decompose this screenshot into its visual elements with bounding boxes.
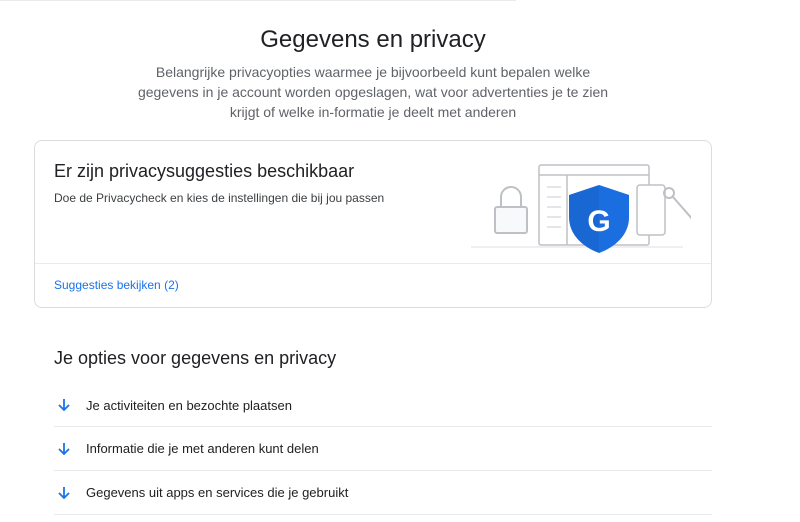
card-description: Doe de Privacycheck en kies de instellin…	[54, 191, 385, 205]
arrow-down-icon	[54, 395, 74, 415]
page-subtitle: Belangrijke privacyopties waarmee je bij…	[137, 64, 609, 120]
arrow-down-icon	[54, 483, 74, 503]
lock-icon	[494, 186, 528, 234]
shield-letter: G	[587, 205, 610, 238]
privacy-options-list: Je activiteiten en bezochte plaatsen Inf…	[54, 384, 712, 515]
privacy-suggestion-card: Er zijn privacysuggesties beschikbaar Do…	[34, 140, 712, 308]
card-title: Er zijn privacysuggesties beschikbaar	[54, 161, 355, 181]
top-divider	[0, 0, 516, 1]
phone-icon	[636, 184, 666, 236]
option-label: Informatie die je met anderen kunt delen	[86, 441, 319, 456]
arrow-down-icon	[54, 439, 74, 459]
card-divider	[35, 263, 711, 264]
option-activity[interactable]: Je activiteiten en bezochte plaatsen	[54, 384, 712, 427]
page-title: Gegevens en privacy	[260, 26, 486, 53]
option-app-data[interactable]: Gegevens uit apps en services die je geb…	[54, 471, 712, 515]
option-sharing[interactable]: Informatie die je met anderen kunt delen	[54, 427, 712, 471]
option-label: Gegevens uit apps en services die je geb…	[86, 485, 349, 500]
wrench-icon	[663, 187, 691, 220]
option-label: Je activiteiten en bezochte plaatsen	[86, 397, 292, 413]
section-title: Je opties voor gegevens en privacy	[54, 348, 337, 368]
view-suggestions-link[interactable]: Suggesties bekijken (2)	[54, 278, 179, 292]
privacy-illustration: G	[471, 164, 691, 253]
